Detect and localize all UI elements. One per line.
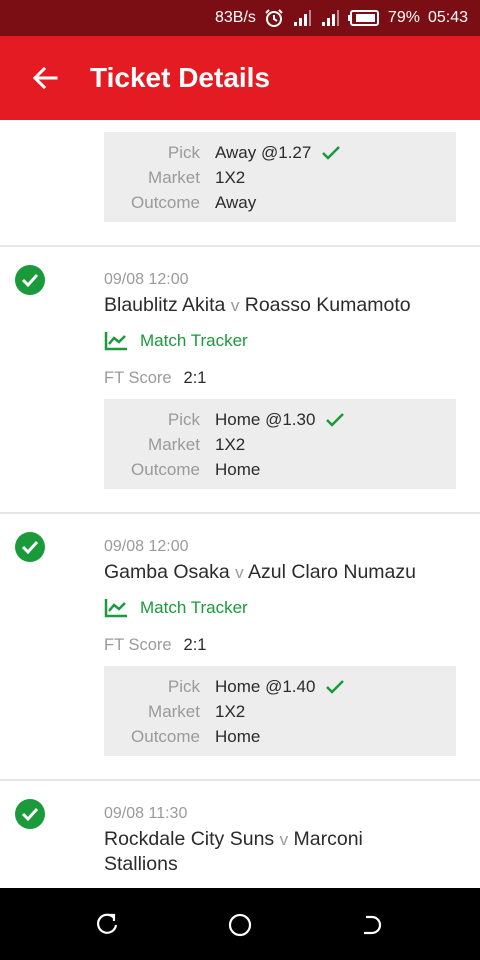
recent-apps-icon[interactable] <box>94 912 120 938</box>
check-circle-icon <box>15 265 45 295</box>
clock: 05:43 <box>427 9 468 26</box>
event-date: 09/08 11:30 <box>104 805 188 822</box>
chart-line-icon <box>104 332 127 351</box>
outcome-value: Home <box>215 726 261 746</box>
ft-score-value: 2:1 <box>183 636 207 654</box>
pick-box: Pick Away @1.27 Market 1X2 Outcome Away <box>104 132 456 222</box>
outcome-value: Home <box>215 459 261 479</box>
event-card: 09/08 11:30 Rockdale City Suns v Marconi… <box>0 781 480 888</box>
app-bar: Ticket Details <box>0 36 480 120</box>
network-speed: 83B/s <box>215 9 256 26</box>
battery-percent: 79% <box>387 9 420 26</box>
versus: v <box>230 296 240 315</box>
market-row: Market 1X2 <box>104 432 456 457</box>
market-value: 1X2 <box>215 167 246 187</box>
ticket-list[interactable]: Pick Away @1.27 Market 1X2 Outcome Away … <box>0 120 480 888</box>
match-tracker-label: Match Tracker <box>140 598 248 617</box>
pick-row: Pick Home @1.40 <box>104 674 456 699</box>
home-team: Gamba Osaka <box>104 561 230 583</box>
pick-box: Pick Home @1.30 Market 1X2 Outcome Home <box>104 399 456 489</box>
pick-value: Home @1.40 <box>215 676 316 696</box>
home-icon[interactable] <box>227 912 253 938</box>
pick-value: Home @1.30 <box>215 409 316 429</box>
event-teams: Rockdale City Suns v Marconi Stallions <box>104 827 404 876</box>
event-teams: Blaublitz Akita v Roasso Kumamoto <box>104 293 464 318</box>
check-circle-icon <box>15 799 45 829</box>
signal-icon <box>292 9 312 27</box>
event-date: 09/08 12:00 <box>104 271 189 288</box>
event-teams: Gamba Osaka v Azul Claro Numazu <box>104 560 464 585</box>
pick-label: Pick <box>167 409 200 429</box>
alarm-icon <box>264 8 284 28</box>
check-icon <box>322 145 341 160</box>
system-nav-bar <box>0 888 480 960</box>
check-icon <box>326 679 345 694</box>
status-bar: 83B/s 79% 05:43 <box>0 0 480 36</box>
signal-icon <box>320 9 340 27</box>
outcome-row: Outcome Home <box>104 457 456 482</box>
pick-row: Pick Home @1.30 <box>104 407 456 432</box>
outcome-label: Outcome <box>131 459 200 479</box>
market-value: 1X2 <box>215 434 246 454</box>
away-team: Roasso Kumamoto <box>244 294 411 316</box>
pick-row: Pick Away @1.27 <box>104 140 456 165</box>
arrow-left-icon <box>32 66 58 90</box>
pick-value: Away @1.27 <box>215 142 312 162</box>
check-circle-icon <box>15 532 45 562</box>
match-tracker-link[interactable]: Match Tracker <box>104 598 248 618</box>
ft-score: FT Score 2:1 <box>104 636 206 655</box>
ft-score: FT Score 2:1 <box>104 369 206 388</box>
market-row: Market 1X2 <box>104 699 456 724</box>
event-card: 09/08 12:00 Gamba Osaka v Azul Claro Num… <box>0 514 480 779</box>
market-label: Market <box>148 701 200 721</box>
outcome-label: Outcome <box>131 192 200 212</box>
back-icon[interactable] <box>360 912 386 938</box>
pick-label: Pick <box>167 142 200 162</box>
pick-box: Pick Home @1.40 Market 1X2 Outcome Home <box>104 666 456 756</box>
home-team: Rockdale City Suns <box>104 828 275 850</box>
page-title: Ticket Details <box>90 62 271 93</box>
event-date: 09/08 12:00 <box>104 538 189 555</box>
match-tracker-link[interactable]: Match Tracker <box>104 331 248 351</box>
market-label: Market <box>148 167 200 187</box>
versus: v <box>279 830 289 849</box>
ft-score-value: 2:1 <box>183 369 207 387</box>
check-icon <box>326 412 345 427</box>
versus: v <box>235 563 244 582</box>
ft-score-label: FT Score <box>104 636 172 654</box>
home-team: Blaublitz Akita <box>104 294 226 316</box>
outcome-row: Outcome Away <box>104 190 456 215</box>
outcome-label: Outcome <box>131 726 200 746</box>
market-value: 1X2 <box>215 701 246 721</box>
away-team: Azul Claro Numazu <box>248 561 416 583</box>
market-row: Market 1X2 <box>104 165 456 190</box>
match-tracker-label: Match Tracker <box>140 331 248 350</box>
back-button[interactable] <box>0 36 90 120</box>
market-label: Market <box>148 434 200 454</box>
battery-icon <box>347 10 380 26</box>
outcome-value: Away <box>215 192 257 212</box>
outcome-row: Outcome Home <box>104 724 456 749</box>
ft-score-label: FT Score <box>104 369 172 387</box>
chart-line-icon <box>104 599 127 618</box>
event-card: 09/08 12:00 Blaublitz Akita v Roasso Kum… <box>0 247 480 512</box>
pick-label: Pick <box>167 676 200 696</box>
